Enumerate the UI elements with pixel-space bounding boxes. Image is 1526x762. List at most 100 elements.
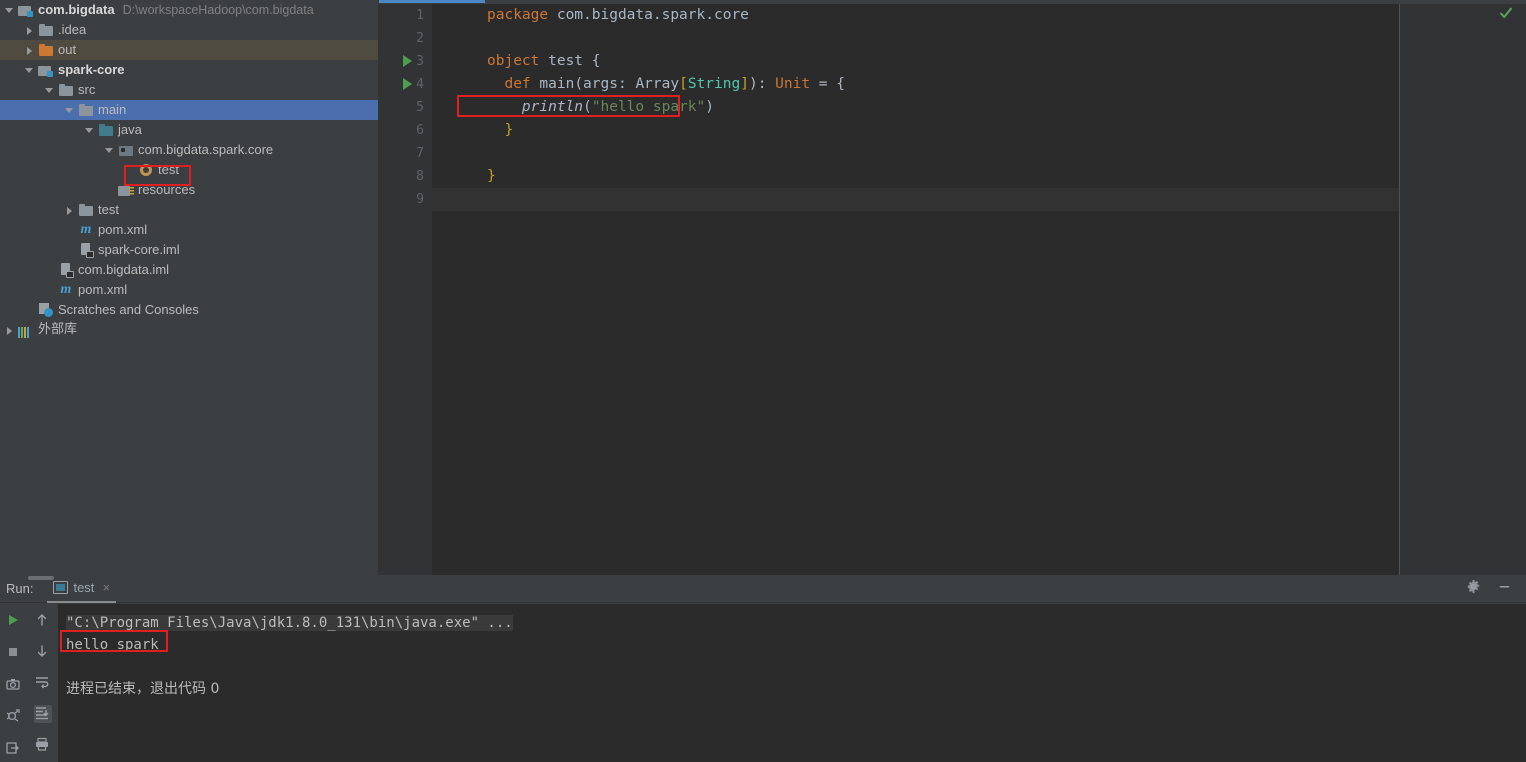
screenshot-button[interactable] — [5, 676, 23, 694]
code-token: : — [757, 76, 776, 92]
tree-row-label: .idea — [58, 22, 87, 37]
folder-teal-icon — [98, 122, 114, 138]
scroll-up-button[interactable] — [34, 612, 52, 630]
chevron-down-icon[interactable] — [24, 65, 35, 76]
tree-row-java[interactable]: java — [0, 120, 378, 140]
rerun-button[interactable] — [5, 612, 23, 630]
run-gutter-icon[interactable] — [402, 55, 414, 67]
tree-row-main[interactable]: main — [0, 100, 378, 120]
tree-row-project-root[interactable]: com.bigdata D:\workspaceHadoop\com.bigda… — [0, 0, 378, 20]
line-number: 2 — [416, 31, 424, 46]
tree-row-label: com.bigdata.iml — [78, 262, 170, 277]
tree-row-label: com.bigdata.spark.core — [138, 142, 274, 157]
line-number: 3 — [416, 54, 424, 69]
code-line[interactable]: package com.bigdata.spark.core — [432, 4, 1526, 27]
maven-icon: m — [80, 222, 92, 237]
chevron-down-icon[interactable] — [64, 105, 75, 116]
code-line[interactable]: } — [432, 119, 1526, 142]
close-icon[interactable]: × — [102, 580, 110, 595]
line-number: 6 — [416, 123, 424, 138]
console-output[interactable]: "C:\Program Files\Java\jdk1.8.0_131\bin\… — [58, 604, 1526, 762]
chevron-down-icon[interactable] — [104, 145, 115, 156]
settings-gear-icon[interactable] — [1466, 579, 1481, 599]
code-token: } — [487, 168, 496, 184]
run-console-toolbar[interactable] — [28, 604, 58, 762]
tree-row-外部库[interactable]: 外部库 — [0, 320, 378, 340]
code-line[interactable]: object test { — [432, 50, 1526, 73]
chevron-right-icon[interactable] — [24, 45, 35, 56]
chevron-down-icon[interactable] — [4, 5, 15, 16]
run-tool-window[interactable]: Run: test × "C:\Program Files\Java\jdk1.… — [0, 575, 1526, 762]
line-number: 5 — [416, 100, 424, 115]
code-token: String — [687, 76, 741, 92]
ok-check-icon[interactable] — [1498, 5, 1514, 21]
tree-row-scratches-and-consoles[interactable]: Scratches and Consoles — [0, 300, 378, 320]
tree-row-pom-xml[interactable]: m pom.xml — [0, 220, 378, 240]
code-line[interactable] — [432, 27, 1526, 50]
run-panel-header-actions — [1466, 579, 1512, 599]
line-number: 4 — [416, 77, 424, 92]
resources-icon — [118, 182, 134, 198]
tree-row-test[interactable]: test — [0, 160, 378, 180]
code-token: ] — [740, 76, 749, 92]
code-token: ) — [748, 76, 758, 92]
code-token: com.bigdata.spark.core — [556, 7, 749, 23]
line-number: 8 — [416, 169, 424, 184]
code-token: "hello spark" — [591, 99, 706, 115]
tree-row-out[interactable]: out — [0, 40, 378, 60]
console-line: 进程已结束，退出代码 0 — [66, 681, 220, 697]
scroll-down-button[interactable] — [34, 643, 52, 661]
tree-row-resources[interactable]: resources — [0, 180, 378, 200]
run-left-toolbar[interactable] — [0, 604, 28, 762]
tree-row-src[interactable]: src — [0, 80, 378, 100]
project-tree[interactable]: .idea out spark-core src main java com.bigdata… — [0, 20, 378, 340]
tree-row--idea[interactable]: .idea — [0, 20, 378, 40]
code-token: test — [548, 53, 592, 69]
code-token: object — [487, 53, 549, 69]
code-line[interactable]: println("hello spark") — [432, 96, 1526, 119]
code-token: : — [617, 76, 636, 92]
tree-row-com-bigdata-spark-core[interactable]: com.bigdata.spark.core — [0, 140, 378, 160]
run-tab-test[interactable]: test × — [47, 575, 117, 603]
chevron-down-icon[interactable] — [84, 125, 95, 136]
module-icon — [38, 62, 54, 78]
tree-row-pom-xml[interactable]: m pom.xml — [0, 280, 378, 300]
run-panel-header: Run: test × — [0, 575, 1526, 603]
code-line[interactable] — [432, 142, 1526, 165]
run-gutter-icon[interactable] — [402, 78, 414, 90]
line-number: 1 — [416, 8, 424, 23]
console-icon — [53, 581, 69, 594]
chevron-right-icon[interactable] — [4, 325, 15, 336]
scroll-to-end-button[interactable] — [34, 705, 52, 723]
chevron-down-icon[interactable] — [44, 85, 55, 96]
chevron-right-icon[interactable] — [24, 25, 35, 36]
code-line[interactable] — [432, 188, 1526, 211]
stop-button[interactable] — [5, 644, 23, 662]
code-line[interactable]: } — [432, 165, 1526, 188]
tree-row-label: pom.xml — [78, 282, 128, 297]
run-tab-label: test — [73, 580, 95, 595]
editor-gutter[interactable]: 1 2 3 4 5 6 7 8 9 — [378, 4, 432, 575]
minimize-icon[interactable] — [1497, 579, 1512, 599]
code-editor[interactable]: 1 2 3 4 5 6 7 8 9 package com.bigdata.spark.core… — [378, 0, 1526, 575]
export-button[interactable] — [5, 740, 23, 758]
tree-row-spark-core-iml[interactable]: spark-core.iml — [0, 240, 378, 260]
tree-row-spark-core[interactable]: spark-core — [0, 60, 378, 80]
chevron-right-icon[interactable] — [64, 205, 75, 216]
console-scroll-handle[interactable] — [28, 575, 56, 581]
dump-threads-button[interactable] — [5, 708, 23, 726]
editor-code-text[interactable]: package com.bigdata.spark.core object tes… — [432, 4, 1526, 575]
scratches-icon — [38, 302, 54, 318]
tree-row-test[interactable]: test — [0, 200, 378, 220]
soft-wrap-button[interactable] — [34, 674, 52, 692]
folder-icon — [78, 102, 94, 118]
project-tool-window[interactable]: com.bigdata D:\workspaceHadoop\com.bigda… — [0, 0, 378, 575]
print-button[interactable] — [34, 736, 52, 754]
code-line[interactable]: def main(args: Array[String]): Unit = { — [432, 73, 1526, 96]
tree-row-com-bigdata-iml[interactable]: com.bigdata.iml — [0, 260, 378, 280]
